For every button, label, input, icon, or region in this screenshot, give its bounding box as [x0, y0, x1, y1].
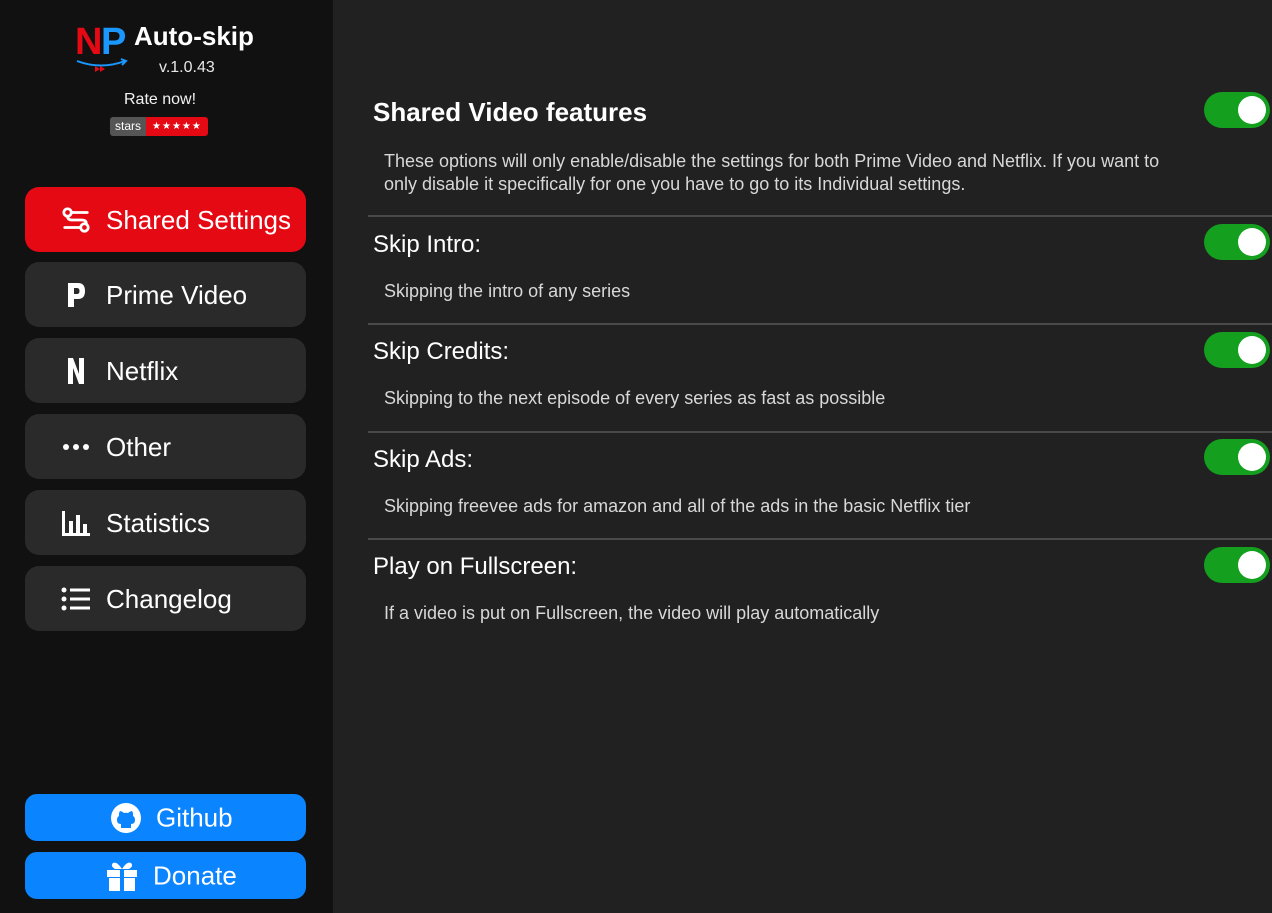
skip-credits-setting: Skip Credits: Skipping to the next episo…: [368, 336, 1272, 416]
settings-panel: Shared Video features These options will…: [333, 0, 1272, 913]
donate-button[interactable]: Donate: [25, 852, 306, 899]
nav-item-shared-settings[interactable]: Shared Settings: [25, 187, 306, 252]
skip-intro-toggle[interactable]: [1204, 224, 1270, 260]
github-icon: [109, 801, 143, 835]
nav-item-changelog[interactable]: Changelog: [25, 566, 306, 631]
app-version: v.1.0.43: [159, 59, 215, 76]
play-on-fullscreen-toggle[interactable]: [1204, 547, 1270, 583]
nav-item-netflix[interactable]: Netflix: [25, 338, 306, 403]
skip-ads-setting: Skip Ads: Skipping freevee ads for amazo…: [368, 444, 1272, 524]
nav-item-other[interactable]: Other: [25, 414, 306, 479]
app-title: Auto-skip: [134, 21, 254, 51]
toggle-knob: [1238, 443, 1266, 471]
logo-smile-arrow-icon: [76, 58, 128, 72]
list-icon: [61, 584, 91, 614]
divider: [368, 538, 1272, 540]
play-on-fullscreen-setting: Play on Fullscreen: If a video is put on…: [368, 551, 1272, 631]
toggle-knob: [1238, 551, 1266, 579]
setting-title: Skip Intro:: [373, 231, 482, 258]
logo-letter-n: N: [75, 21, 102, 63]
sidebar: N P Auto-skip v.1.0.43 Rate now! stars ★…: [0, 0, 333, 913]
section-description: These options will only enable/disable t…: [384, 151, 1160, 194]
nav-item-prime-video[interactable]: Prime Video: [25, 262, 306, 327]
nav-item-label: Prime Video: [106, 279, 248, 310]
skip-ads-toggle[interactable]: [1204, 439, 1270, 475]
skip-credits-toggle[interactable]: [1204, 332, 1270, 368]
setting-title: Skip Credits:: [373, 338, 510, 365]
nav-item-label: Other: [106, 431, 172, 462]
rate-now-link[interactable]: Rate now!: [124, 90, 196, 110]
nav-item-label: Statistics: [106, 507, 211, 538]
brand-header: N P Auto-skip v.1.0.43 Rate now! stars ★…: [0, 0, 333, 150]
setting-description: Skipping to the next episode of every se…: [384, 388, 886, 408]
ellipsis-icon: [61, 432, 91, 462]
gift-icon: [105, 859, 139, 893]
logo-letter-p: P: [101, 21, 127, 63]
setting-title: Skip Ads:: [373, 446, 474, 473]
stars-badge-label: stars: [110, 117, 147, 136]
nav-item-label: Shared Settings: [106, 204, 292, 235]
github-button-label: Github: [156, 802, 233, 832]
github-button[interactable]: Github: [25, 794, 306, 841]
shared-video-features-toggle[interactable]: [1204, 92, 1270, 128]
setting-description: Skipping the intro of any series: [384, 281, 631, 301]
settings-sliders-icon: [61, 205, 91, 235]
toggle-knob: [1238, 96, 1266, 124]
toggle-knob: [1238, 336, 1266, 364]
setting-description: If a video is put on Fullscreen, the vid…: [384, 603, 880, 623]
skip-intro-setting: Skip Intro: Skipping the intro of any se…: [368, 229, 1272, 309]
nav-item-statistics[interactable]: Statistics: [25, 490, 306, 555]
app-logo: N P: [75, 22, 131, 78]
setting-description: Skipping freevee ads for amazon and all …: [384, 496, 971, 516]
nav-item-label: Changelog: [106, 583, 232, 614]
divider: [368, 323, 1272, 325]
setting-title: Play on Fullscreen:: [373, 553, 578, 580]
section-title: Shared Video features: [373, 97, 648, 127]
stars-badge[interactable]: stars ★★★★★: [110, 117, 208, 136]
netflix-n-icon: [61, 356, 91, 386]
donate-button-label: Donate: [153, 860, 237, 890]
bar-chart-icon: [61, 508, 91, 538]
shared-video-features-section: Shared Video features These options will…: [368, 96, 1272, 206]
divider: [368, 431, 1272, 433]
prime-p-icon: [61, 280, 91, 310]
stars-badge-rating: ★★★★★: [146, 117, 208, 136]
divider: [368, 215, 1272, 217]
nav-item-label: Netflix: [106, 355, 179, 386]
toggle-knob: [1238, 228, 1266, 256]
